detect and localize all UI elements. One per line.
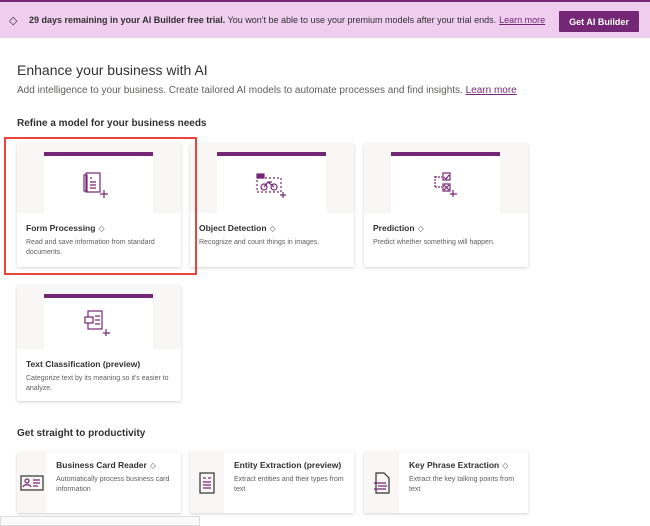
prebuilt-card-entity-extraction[interactable]: Entity Extraction (preview) Extract entit… bbox=[190, 452, 354, 513]
business-card-icon bbox=[19, 474, 44, 491]
subtitle-text: Add intelligence to your business. Creat… bbox=[17, 85, 463, 96]
card-title: Text Classification (preview) bbox=[26, 359, 141, 369]
premium-diamond-icon: ◇ bbox=[269, 224, 276, 233]
card-description: Categorize text by its meaning so it's e… bbox=[26, 375, 169, 392]
card-title: Object Detection bbox=[199, 223, 267, 233]
card-title: Key Phrase Extraction bbox=[409, 460, 500, 470]
card-description: Recognize and count things in images. bbox=[199, 239, 320, 246]
key-phrase-icon bbox=[373, 471, 390, 494]
section-heading-prebuilt: Get straight to productivity bbox=[17, 428, 146, 439]
trial-banner: ◇ 29 days remaining in your AI Builder f… bbox=[0, 0, 650, 38]
card-description: Automatically process business card info… bbox=[56, 476, 170, 493]
page-title: Enhance your business with AI bbox=[17, 62, 208, 78]
card-description: Extract entities and their types from te… bbox=[234, 476, 344, 493]
diamond-icon: ◇ bbox=[9, 14, 18, 27]
prebuilt-card-business-card-reader[interactable]: Business Card Reader ◇ Automatically proce… bbox=[17, 452, 181, 513]
card-title: Prediction bbox=[373, 223, 415, 233]
entity-extraction-icon bbox=[199, 471, 215, 494]
model-card-object-detection[interactable]: Object Detection ◇ Recognize and count th… bbox=[190, 143, 354, 267]
prebuilt-card-key-phrase-extraction[interactable]: Key Phrase Extraction ◇ Extract the key ta… bbox=[364, 452, 528, 513]
trial-text: You won't be able to use your premium mo… bbox=[227, 15, 497, 25]
highlight-box bbox=[4, 137, 197, 275]
premium-diamond-icon: ◇ bbox=[417, 224, 424, 233]
learn-more-link[interactable]: Learn more bbox=[466, 85, 517, 96]
trial-days: 29 days remaining in your AI Builder fre… bbox=[29, 15, 226, 25]
model-card-prediction[interactable]: Prediction ◇ Predict whether something wi… bbox=[364, 143, 528, 267]
model-card-text-classification[interactable]: Text Classification (preview) Categorize… bbox=[17, 285, 181, 401]
card-description: Predict whether something will happen. bbox=[373, 239, 495, 246]
card-description: Extract the key talking points from text bbox=[409, 476, 515, 493]
premium-diamond-icon: ◇ bbox=[502, 461, 509, 470]
card-title: Business Card Reader bbox=[56, 460, 147, 470]
section-heading-models: Refine a model for your business needs bbox=[17, 118, 207, 129]
object-detection-icon bbox=[255, 172, 286, 198]
status-bar bbox=[0, 516, 200, 526]
trial-message: 29 days remaining in your AI Builder fre… bbox=[29, 15, 545, 25]
premium-diamond-icon: ◇ bbox=[149, 461, 156, 470]
card-title: Entity Extraction (preview) bbox=[234, 460, 342, 470]
text-classification-icon bbox=[83, 309, 110, 336]
banner-learn-more-link[interactable]: Learn more bbox=[499, 15, 545, 25]
get-ai-builder-button[interactable]: Get AI Builder bbox=[559, 11, 639, 32]
prediction-icon bbox=[433, 171, 457, 197]
page-subtitle: Add intelligence to your business. Creat… bbox=[17, 85, 517, 96]
